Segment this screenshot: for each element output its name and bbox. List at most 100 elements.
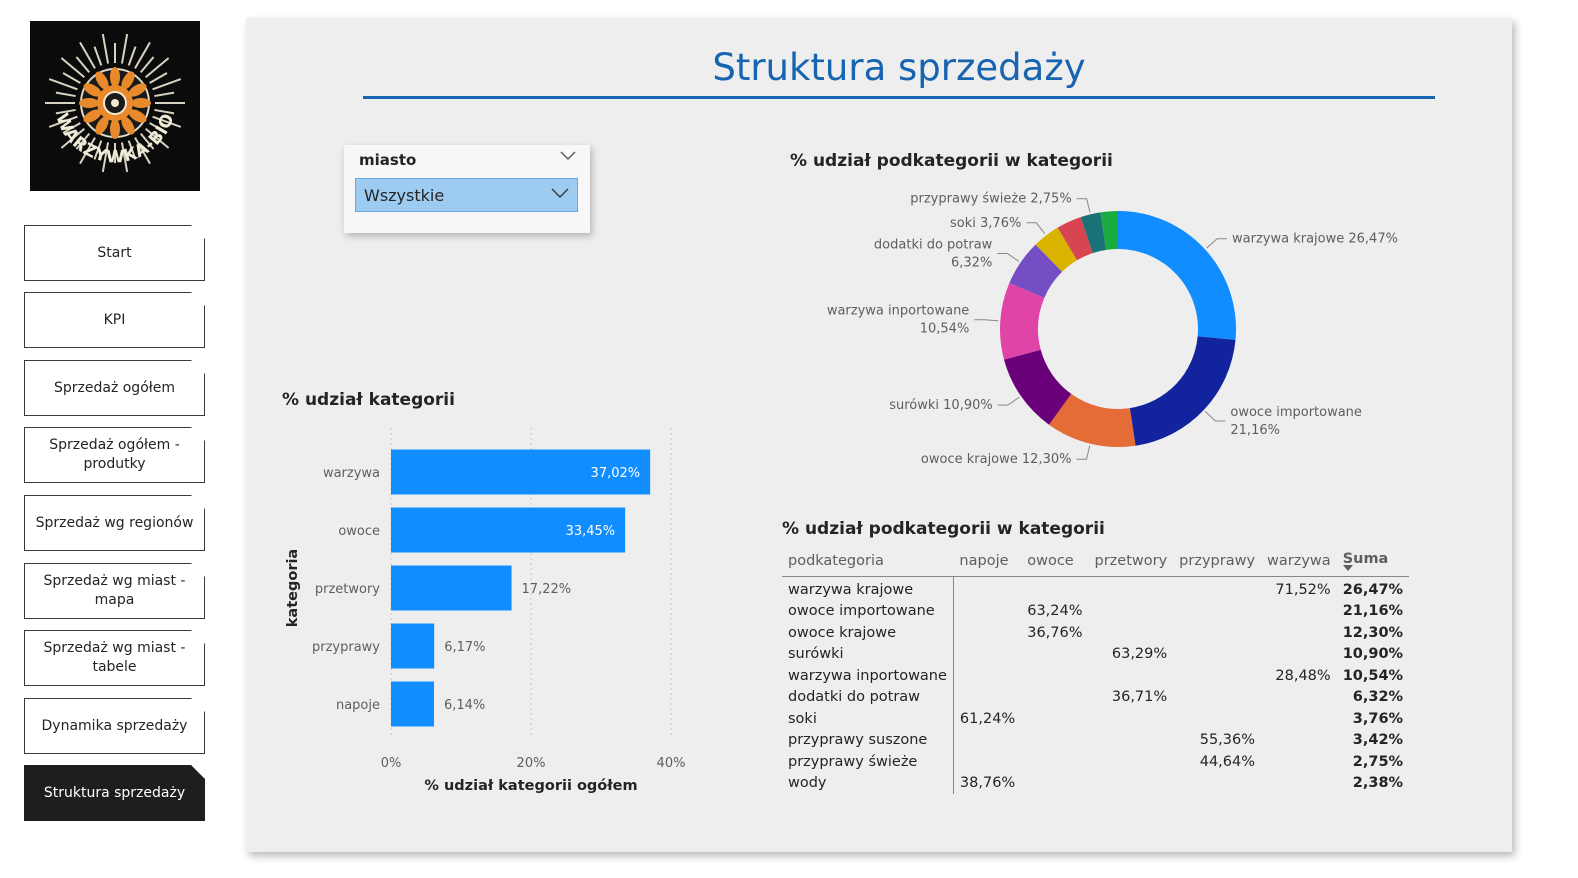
donut-data-label: soki 3,76%: [950, 216, 1021, 231]
table-cell: [953, 751, 1021, 773]
sun-vegetable-logo-icon: WARZYWKA-BIO: [45, 33, 185, 173]
table-cell: [1089, 577, 1174, 601]
column-header-warzywa[interactable]: warzywa: [1261, 546, 1337, 577]
table-cell: [1261, 601, 1337, 623]
nav-button-2[interactable]: Sprzedaż ogółem: [24, 360, 205, 416]
nav-button-5[interactable]: Sprzedaż wg miast - mapa: [24, 563, 205, 619]
row-header: owoce krajowe: [782, 622, 954, 644]
data-label: 33,45%: [566, 524, 616, 539]
logo-ray: [101, 33, 110, 64]
table-cell: [953, 687, 1021, 709]
slicer-label: miasto: [359, 151, 417, 169]
table-cell: [1261, 687, 1337, 709]
table-row: przyprawy suszone 55,36% 3,42%: [782, 729, 1409, 752]
nav-button-6[interactable]: Sprzedaż wg miast - tabele: [24, 630, 205, 686]
logo-petal: [110, 119, 120, 139]
table-cell: [1021, 708, 1088, 730]
table-cell: [1021, 751, 1088, 773]
leader-line: [997, 252, 1020, 262]
leader-line: [1206, 238, 1228, 249]
company-logo: WARZYWKA-BIO: [30, 21, 200, 191]
table-cell: 71,52%: [1275, 581, 1331, 598]
table-row: surówki 63,29% 10,90%: [782, 643, 1409, 666]
nav-button-label: Dynamika sprzedaży: [41, 717, 188, 734]
nav-button-label: Start: [97, 244, 132, 261]
logo-ray: [139, 56, 155, 74]
table-cell: [1173, 687, 1261, 709]
table-cell: [1173, 577, 1261, 601]
table-cell: 6,32%: [1352, 689, 1404, 706]
x-tick-label: 40%: [657, 756, 686, 771]
table-row: owoce importowane 63,24% 21,16%: [782, 600, 1409, 623]
category-label: owoce: [338, 524, 380, 539]
logo-ray: [55, 91, 76, 98]
category-bar-chart: 0% 20% 40% warzywa 37,02% owoce 33,45% przetwor…: [285, 428, 686, 794]
table-cell: [1089, 773, 1174, 795]
donut-data-label: warzywa inportowane 10,54%: [827, 304, 969, 337]
donut-data-label: owoce importowane 21,16%: [1230, 405, 1362, 438]
nav-button-0[interactable]: Start: [24, 225, 205, 281]
table-cell: [1089, 601, 1174, 623]
table-cell: [1021, 665, 1088, 687]
category-label: napoje: [336, 698, 380, 713]
column-header-podkategoria[interactable]: podkategoria: [782, 546, 953, 577]
table-cell: 26,47%: [1342, 581, 1404, 598]
donut-slice-1: [1129, 336, 1236, 446]
bar-przyprawy: [391, 623, 435, 669]
column-header-przyprawy[interactable]: przyprawy: [1173, 546, 1261, 577]
table-cell: 63,24%: [1027, 603, 1083, 620]
page-title: Struktura sprzedaży: [712, 46, 1086, 89]
donut-chart-title: % udział podkategorii w kategorii: [790, 151, 1113, 171]
data-label: 17,22%: [522, 582, 572, 597]
table-cell: [1089, 622, 1174, 644]
nav-button-label: KPI: [103, 311, 126, 328]
row-header: przyprawy świeże: [782, 751, 954, 773]
column-header-Suma[interactable]: Suma: [1337, 546, 1409, 577]
table-cell: [1089, 708, 1174, 730]
nav-button-8[interactable]: Struktura sprzedaży: [24, 765, 205, 821]
category-label: przetwory: [315, 582, 380, 597]
table-cell: 36,76%: [1027, 624, 1083, 641]
logo-ray: [127, 46, 137, 66]
data-label: 6,17%: [444, 640, 485, 655]
column-header-owoce[interactable]: owoce: [1021, 546, 1088, 577]
table-cell: [1021, 687, 1088, 709]
table-cell: 44,64%: [1199, 753, 1256, 770]
column-header-przetwory[interactable]: przetwory: [1089, 546, 1174, 577]
table-cell: [1021, 773, 1088, 795]
row-header: owoce importowane: [782, 600, 954, 622]
donut-data-label: warzywa krajowe 26,47%: [1232, 232, 1398, 247]
logo-ray: [154, 91, 175, 98]
column-header-napoje[interactable]: napoje: [953, 546, 1021, 577]
table-row: wody 38,76% 2,38%: [782, 772, 1409, 795]
logo-petal: [131, 98, 151, 108]
donut-data-label: przyprawy świeże 2,75%: [910, 192, 1071, 207]
nav-button-7[interactable]: Dynamika sprzedaży: [24, 698, 205, 754]
table-cell: [1261, 773, 1337, 795]
nav-button-4[interactable]: Sprzedaż wg regionów: [24, 495, 205, 551]
table-cell: [953, 665, 1021, 687]
donut-data-label: dodatki do potraw 6,32%: [874, 237, 993, 270]
data-label: 6,14%: [444, 698, 485, 713]
logo-ray: [75, 56, 91, 74]
donut-data-label: surówki 10,90%: [889, 398, 993, 413]
table-cell: [1261, 751, 1337, 773]
table-row: warzywa krajowe 71,52% 26,47%: [782, 576, 1409, 601]
table-cell: [1021, 730, 1088, 752]
logo-ray: [120, 33, 129, 64]
x-tick-label: 20%: [517, 756, 546, 771]
nav-button-3[interactable]: Sprzedaż ogółem - produtky: [24, 427, 205, 483]
table-cell: [953, 730, 1021, 752]
slicer-dropdown[interactable]: Wszystkie: [355, 178, 578, 212]
table-cell: [953, 622, 1021, 644]
table-cell: [953, 577, 1021, 601]
table-cell: [1173, 622, 1261, 644]
table-cell: 2,38%: [1352, 775, 1404, 792]
nav-button-1[interactable]: KPI: [24, 292, 205, 348]
chevron-down-icon[interactable]: [560, 151, 576, 161]
row-header: warzywa krajowe: [782, 576, 954, 601]
nav-button-label: Sprzedaż ogółem: [53, 379, 175, 396]
city-slicer: miasto Wszystkie: [344, 145, 590, 233]
dropdown-arrow-icon: [551, 188, 569, 199]
table-cell: [1021, 644, 1088, 666]
